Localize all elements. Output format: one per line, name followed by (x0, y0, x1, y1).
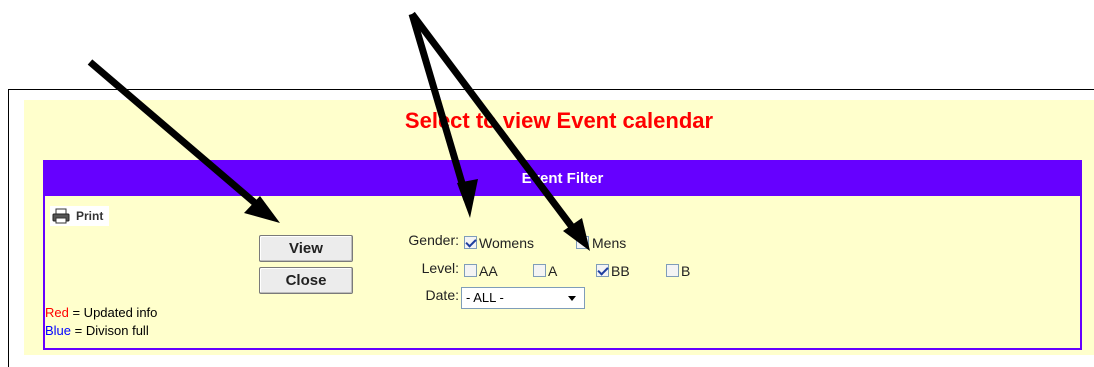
level-bb-checkbox[interactable] (596, 264, 609, 277)
frame-left-border (8, 89, 9, 367)
legend-blue-word: Blue (45, 323, 72, 338)
view-button[interactable]: View (259, 235, 353, 262)
frame-top-border (8, 89, 1094, 90)
level-a-label: A (548, 263, 558, 279)
date-label: Date: (425, 287, 459, 303)
legend-blue-text: = Divison full (71, 323, 149, 338)
print-label: Print (76, 209, 104, 223)
level-b-checkbox[interactable] (666, 264, 679, 277)
calendar-panel: Select to view Event calendar Event Filt… (24, 100, 1094, 355)
close-button[interactable]: Close (259, 267, 353, 294)
level-aa-checkbox[interactable] (464, 264, 477, 277)
level-bb-label: BB (611, 263, 630, 279)
legend-red-text: = Updated info (68, 305, 158, 320)
color-legend: Red = Updated info Blue = Divison full (45, 304, 157, 340)
filter-header: Event Filter (45, 162, 1080, 196)
legend-updated: Red = Updated info (45, 304, 157, 322)
date-select[interactable]: - ALL - (461, 287, 585, 309)
level-b-label: B (681, 263, 691, 279)
gender-womens-checkbox[interactable] (464, 236, 477, 249)
printer-icon (52, 208, 70, 224)
legend-red-word: Red (45, 305, 69, 320)
date-select-value: - ALL - (466, 290, 504, 305)
level-aa-label: AA (479, 263, 498, 279)
print-button[interactable]: Print (50, 206, 110, 226)
gender-mens-checkbox[interactable] (576, 236, 589, 249)
event-filter-box: Event Filter Print View Close Red = Upda… (43, 160, 1082, 350)
gender-mens-label: Mens (592, 235, 627, 251)
gender-womens-label: Womens (479, 235, 534, 251)
gender-label: Gender: (408, 232, 459, 248)
level-label: Level: (421, 260, 459, 276)
legend-full: Blue = Divison full (45, 322, 157, 340)
page-title: Select to view Event calendar (404, 108, 714, 133)
chevron-down-icon (568, 296, 576, 301)
level-a-checkbox[interactable] (533, 264, 546, 277)
